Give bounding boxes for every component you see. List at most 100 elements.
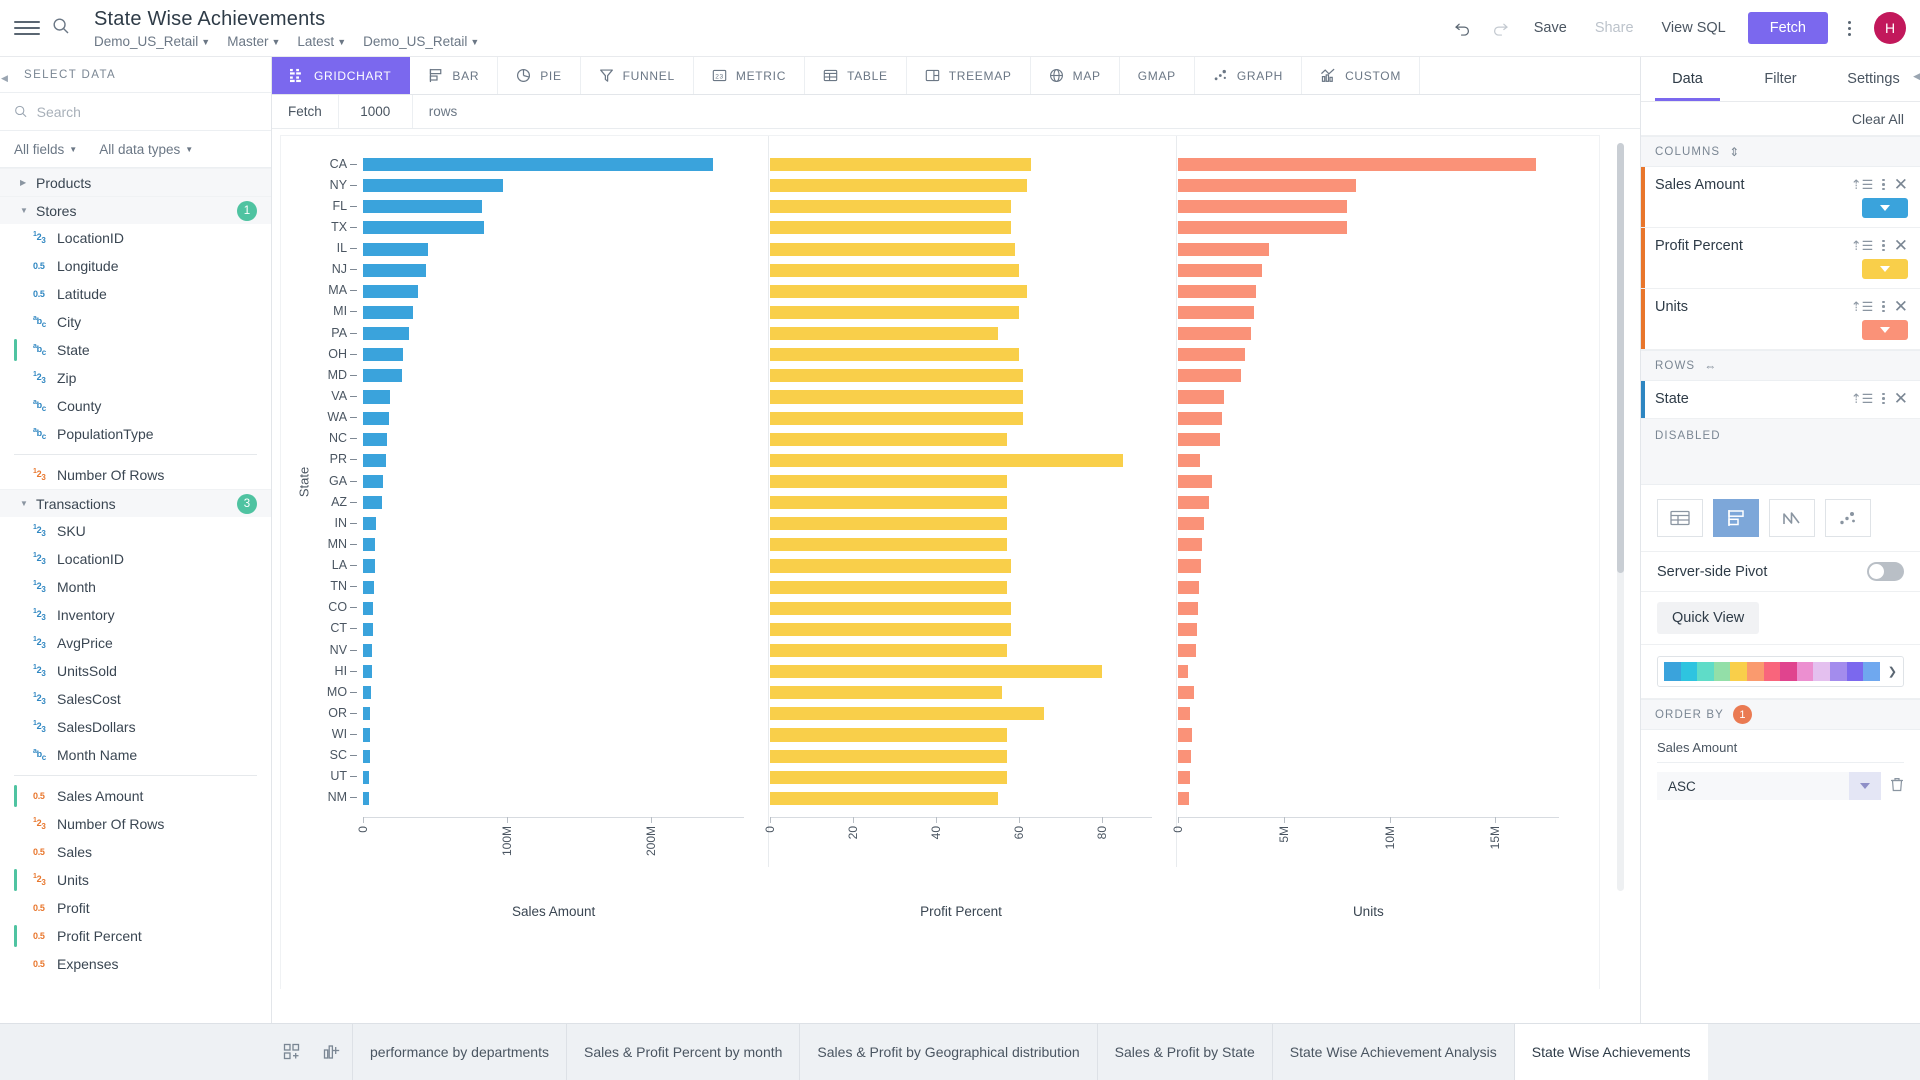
bar[interactable]	[363, 474, 384, 489]
field-item-profit[interactable]: 0.5 Profit	[0, 894, 271, 922]
bar[interactable]	[363, 707, 371, 721]
breadcrumb-item-0[interactable]: Demo_US_Retail ▼	[94, 34, 210, 49]
fetch-button[interactable]: Fetch	[1747, 12, 1828, 44]
bar[interactable]	[363, 348, 404, 362]
chart-tab-gmap[interactable]: GMAP	[1120, 57, 1195, 94]
chip-menu-icon[interactable]	[1882, 300, 1885, 313]
bar[interactable]	[363, 327, 410, 341]
chart-tab-pie[interactable]: PIE	[498, 57, 581, 94]
bar[interactable]	[363, 622, 373, 636]
sort-icon[interactable]: ⇡☰	[1851, 299, 1874, 315]
bar[interactable]	[770, 749, 1007, 763]
bar[interactable]	[770, 305, 1020, 319]
tab-filter[interactable]: Filter	[1734, 57, 1827, 101]
remove-icon[interactable]: ✕	[1894, 237, 1908, 254]
field-item-sales[interactable]: 0.5 Sales	[0, 838, 271, 866]
breadcrumb-item-3[interactable]: Demo_US_Retail ▼	[363, 34, 479, 49]
bar[interactable]	[1177, 453, 1200, 467]
field-item-number-of-rows[interactable]: 123 Number Of Rows	[0, 461, 271, 489]
bar[interactable]	[770, 284, 1028, 298]
field-item-zip[interactable]: 123 Zip	[0, 364, 271, 392]
field-item-expenses[interactable]: 0.5 Expenses	[0, 950, 271, 978]
bar[interactable]	[363, 559, 375, 573]
gridchart[interactable]: StateCANYFLTXILNJMAMIPAOHMDVAWANCPRGAAZI…	[280, 135, 1600, 989]
worksheet-tab-4[interactable]: State Wise Achievement Analysis	[1271, 1024, 1514, 1080]
chart-tab-custom[interactable]: CUSTOM	[1302, 57, 1421, 94]
tab-data[interactable]: Data	[1641, 57, 1734, 101]
bar[interactable]	[770, 221, 1011, 235]
sort-icon[interactable]: ⇡☰	[1851, 238, 1874, 254]
scatter-view-icon[interactable]	[1825, 499, 1871, 537]
bar[interactable]	[363, 496, 383, 510]
menu-icon[interactable]	[14, 21, 40, 35]
bar[interactable]	[363, 728, 371, 742]
bar[interactable]	[363, 432, 388, 446]
field-item-locationid[interactable]: 123 LocationID	[0, 224, 271, 252]
chart-tab-funnel[interactable]: FUNNEL	[581, 57, 694, 94]
bar[interactable]	[1177, 686, 1195, 700]
bar[interactable]	[363, 369, 402, 383]
remove-icon[interactable]: ✕	[1894, 298, 1908, 315]
bar[interactable]	[1177, 601, 1198, 615]
more-options-icon[interactable]	[1834, 11, 1864, 45]
save-button[interactable]: Save	[1520, 20, 1581, 36]
bar[interactable]	[1177, 580, 1199, 594]
bar[interactable]	[1177, 432, 1221, 446]
bar[interactable]	[770, 200, 1011, 214]
bar[interactable]	[1177, 622, 1197, 636]
bar[interactable]	[770, 158, 1032, 172]
bar[interactable]	[1177, 770, 1191, 784]
field-item-populationtype[interactable]: abc PopulationType	[0, 420, 271, 448]
worksheet-tab-5[interactable]: State Wise Achievements	[1513, 1024, 1708, 1080]
bar[interactable]	[1177, 348, 1246, 362]
field-group-stores[interactable]: ▼ Stores 1	[0, 196, 271, 224]
delete-icon[interactable]	[1890, 777, 1904, 795]
bar[interactable]	[363, 770, 370, 784]
field-item-units[interactable]: 123 Units	[0, 866, 271, 894]
bar[interactable]	[770, 728, 1007, 742]
field-tree-scroll[interactable]: ▶ Products ▼ Stores 1 123 LocationID 0.5 Longitu…	[0, 168, 271, 1023]
bar[interactable]	[363, 200, 483, 214]
bar[interactable]	[1177, 411, 1223, 425]
field-item-avgprice[interactable]: 123 AvgPrice	[0, 629, 271, 657]
field-item-sales-amount[interactable]: 0.5 Sales Amount	[0, 782, 271, 810]
bar[interactable]	[363, 390, 391, 404]
column-chip-units[interactable]: Units ⇡☰ ✕	[1641, 289, 1920, 350]
column-chip-sales-amount[interactable]: Sales Amount ⇡☰ ✕	[1641, 167, 1920, 228]
field-item-county[interactable]: abc County	[0, 392, 271, 420]
search-icon[interactable]	[52, 17, 70, 40]
avatar[interactable]: H	[1874, 12, 1906, 44]
bar[interactable]	[1177, 643, 1196, 658]
chip-menu-icon[interactable]	[1882, 392, 1885, 405]
remove-icon[interactable]: ✕	[1894, 176, 1908, 193]
bar[interactable]	[770, 432, 1007, 446]
field-item-latitude[interactable]: 0.5 Latitude	[0, 280, 271, 308]
bar[interactable]	[1177, 284, 1257, 298]
bar[interactable]	[1177, 390, 1225, 404]
chevron-down-icon[interactable]	[1849, 772, 1881, 800]
bar[interactable]	[1177, 749, 1192, 763]
bar[interactable]	[1177, 538, 1203, 552]
sort-icon[interactable]: ⇡☰	[1851, 391, 1874, 407]
bar[interactable]	[1177, 305, 1254, 319]
quick-view-button[interactable]: Quick View	[1657, 602, 1760, 634]
clear-all-button[interactable]: Clear All	[1641, 102, 1920, 136]
fetch-label-button[interactable]: Fetch	[272, 95, 339, 128]
bar[interactable]	[770, 707, 1044, 721]
chart-tab-bar[interactable]: BAR	[410, 57, 499, 94]
field-item-salesdollars[interactable]: 123 SalesDollars	[0, 713, 271, 741]
bar[interactable]	[1177, 707, 1190, 721]
bar[interactable]	[1177, 158, 1536, 172]
bar[interactable]	[1177, 559, 1201, 573]
chart-tab-graph[interactable]: GRAPH	[1195, 57, 1303, 94]
all-data-types-dropdown[interactable]: All data types ▼	[99, 142, 193, 157]
bar[interactable]	[770, 601, 1011, 615]
field-item-inventory[interactable]: 123 Inventory	[0, 601, 271, 629]
remove-icon[interactable]: ✕	[1894, 390, 1908, 407]
bar[interactable]	[770, 580, 1007, 594]
bar[interactable]	[1177, 263, 1263, 277]
chip-color-picker[interactable]	[1862, 259, 1908, 279]
bar[interactable]	[770, 327, 999, 341]
bar[interactable]	[363, 580, 374, 594]
collapse-left-panel-icon[interactable]: ◀	[0, 69, 9, 87]
